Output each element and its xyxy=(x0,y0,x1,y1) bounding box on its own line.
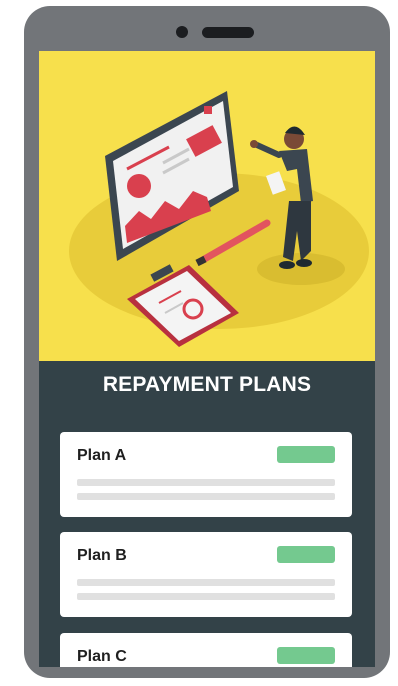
plan-name: Plan B xyxy=(77,547,127,564)
plan-card-c[interactable]: Plan C xyxy=(60,633,352,667)
hero-banner xyxy=(39,51,375,361)
plan-card-a[interactable]: Plan A xyxy=(60,432,352,517)
plan-badge xyxy=(277,647,335,664)
plan-name: Plan C xyxy=(77,648,127,665)
text-placeholder-line xyxy=(77,479,335,486)
presentation-illustration xyxy=(69,91,369,347)
text-placeholder-line xyxy=(77,579,335,586)
plan-badge xyxy=(277,546,335,563)
text-placeholder-line xyxy=(77,593,335,600)
speaker-grille xyxy=(202,27,254,38)
plan-badge xyxy=(277,446,335,463)
app-screen: REPAYMENT PLANS Plan A Plan B Plan C xyxy=(39,51,375,667)
section-title: REPAYMENT PLANS xyxy=(102,373,312,396)
front-camera-icon xyxy=(176,26,188,38)
phone-frame: REPAYMENT PLANS Plan A Plan B Plan C xyxy=(24,6,390,678)
plan-card-b[interactable]: Plan B xyxy=(60,532,352,617)
plan-name: Plan A xyxy=(77,447,127,464)
text-placeholder-line xyxy=(77,493,335,500)
